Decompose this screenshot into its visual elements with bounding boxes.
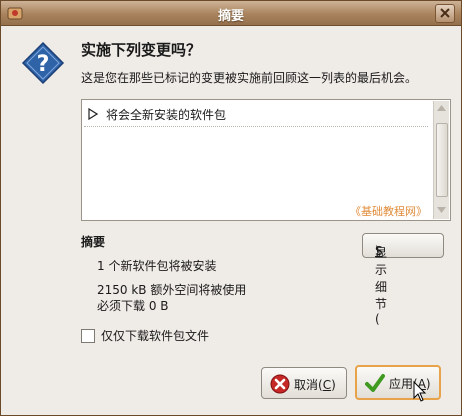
show-details-button[interactable]: 显示细节(S) xyxy=(362,233,444,326)
scroll-down-icon[interactable] xyxy=(437,207,446,213)
download-only-checkbox[interactable] xyxy=(81,329,95,343)
question-icon: ? xyxy=(21,41,65,85)
list-item-label: 将会全新安装的软件包 xyxy=(106,108,227,122)
download-size-text: 必须下载 0 B xyxy=(97,299,169,313)
cancel-icon xyxy=(270,374,290,394)
dialog-heading: 实施下列变更吗？ xyxy=(81,41,202,59)
close-button[interactable] xyxy=(435,4,455,23)
download-only-label[interactable]: 仅仅下载软件包文件 xyxy=(101,327,209,344)
cancel-button-label: 取消(C) xyxy=(294,378,336,392)
changes-list[interactable]: 将会全新安装的软件包 《基础教程网》 xyxy=(81,99,451,221)
dialog-description: 这是您在那些已标记的变更被实施前回顾这一列表的最后机会。 xyxy=(81,71,418,85)
watermark: 《基础教程网》 xyxy=(350,205,427,218)
mouse-cursor-icon xyxy=(413,381,427,402)
scrollbar-thumb[interactable] xyxy=(436,123,448,197)
cancel-button[interactable]: 取消(C) xyxy=(261,367,347,399)
summary-title: 摘要 xyxy=(81,235,106,249)
expander-arrow-icon[interactable] xyxy=(88,108,98,120)
new-packages-text: 1 个新软件包将被安装 xyxy=(97,259,217,273)
svg-text:?: ? xyxy=(37,52,50,77)
title-bar: 摘要 xyxy=(1,1,461,26)
close-icon xyxy=(440,8,450,18)
window-title: 摘要 xyxy=(217,9,244,24)
checkmark-icon xyxy=(365,374,385,392)
disk-usage-text: 2150 kB 额外空间将被使用 xyxy=(97,283,247,297)
scroll-up-icon[interactable] xyxy=(437,105,446,111)
dialog-window: 摘要 ? 实施下列变更吗？ 这是您在那些已标记的变更被实施前回顾这一列表的最后机… xyxy=(0,0,462,416)
vertical-scrollbar[interactable] xyxy=(433,101,449,219)
apply-button[interactable]: 应用(A) xyxy=(355,365,441,400)
list-item[interactable]: 将会全新安装的软件包 xyxy=(84,102,428,127)
